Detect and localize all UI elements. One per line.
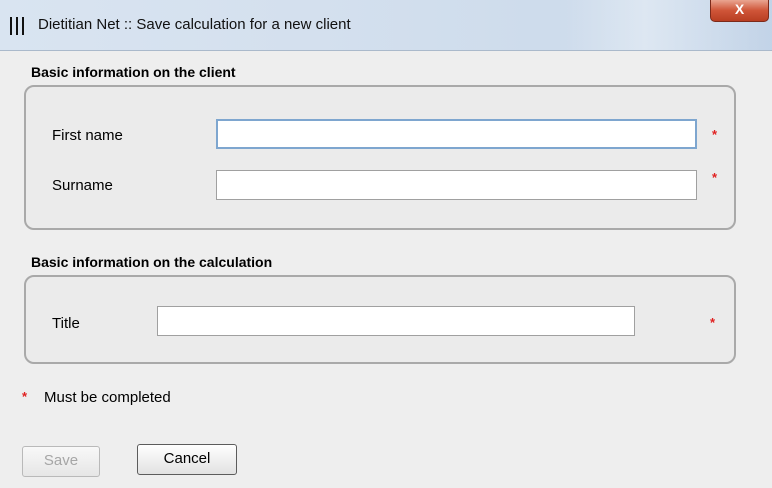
required-note-marker: * [22,389,28,404]
client-section-heading: Basic information on the client [31,64,236,80]
cutlery-icon [10,17,26,35]
required-note: Must be completed [44,389,171,406]
cancel-button[interactable]: Cancel [137,444,237,475]
first-name-input[interactable] [216,119,697,149]
save-button[interactable]: Save [22,446,100,477]
client-info-panel [24,85,736,230]
title-label: Title [52,315,80,332]
surname-label: Surname [52,177,113,194]
first-name-required-marker: * [712,127,718,142]
title-input[interactable] [157,306,635,336]
calculation-section-heading: Basic information on the calculation [31,254,273,270]
first-name-label: First name [52,127,123,144]
close-button[interactable]: X [710,0,769,22]
surname-input[interactable] [216,170,697,200]
window-title: Dietitian Net :: Save calculation for a … [38,16,351,33]
surname-required-marker: * [712,170,718,185]
title-required-marker: * [710,315,716,330]
